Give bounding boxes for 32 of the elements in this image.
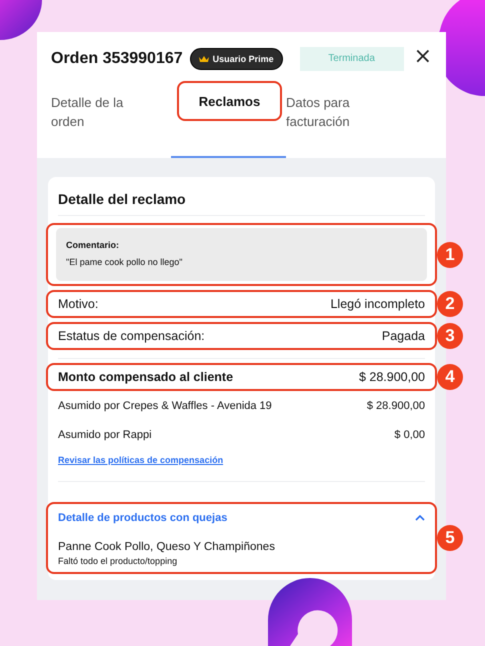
badge-label: Usuario Prime: [212, 54, 274, 64]
callout-number: 5: [437, 525, 463, 551]
row-value: Pagada: [382, 329, 425, 343]
callout-number: 2: [437, 291, 463, 317]
tab[interactable]: Reclamos: [198, 92, 260, 110]
order-title: Orden 353990167: [51, 50, 183, 68]
complaints-title: Detalle de productos con quejas: [58, 512, 228, 524]
crown-icon: [198, 56, 209, 62]
section-title: Detalle del reclamo: [58, 191, 425, 216]
comment-text: "El pame cook pollo no llego": [66, 257, 184, 267]
tab[interactable]: Detalle de la orden: [51, 85, 151, 131]
row-value: $ 28.900,00: [358, 370, 425, 384]
product-issue: Faltó todo el producto/topping: [58, 556, 178, 566]
close-button[interactable]: ×: [414, 46, 432, 72]
row-label: Asumido por Rappi: [58, 428, 152, 440]
status-badge: Terminada: [300, 46, 404, 70]
row-label: Monto compensado al cliente: [58, 370, 234, 384]
row-label: Estatus de compensación:: [58, 329, 205, 343]
callout-number: 3: [437, 323, 463, 349]
row-value: Llegó incompleto: [330, 297, 425, 311]
row-value: $ 0,00: [394, 428, 425, 440]
caret-icon[interactable]: [415, 515, 425, 521]
tab[interactable]: Datos para facturación: [286, 85, 386, 131]
row-label: Asumido por Crepes & Waffles - Avenida 19: [58, 400, 272, 412]
row-value: $ 28.900,00: [366, 400, 425, 412]
product-name: Panne Cook Pollo, Queso Y Champiñones: [58, 541, 276, 553]
row-label: Motivo:: [58, 297, 98, 311]
comment-label: Comentario:: [66, 240, 120, 250]
blob-drawing: [0, 0, 42, 40]
callout-number: 4: [437, 364, 463, 390]
policy-link[interactable]: Revisar las políticas de compensación: [58, 455, 224, 465]
callout-number: 1: [437, 242, 463, 268]
